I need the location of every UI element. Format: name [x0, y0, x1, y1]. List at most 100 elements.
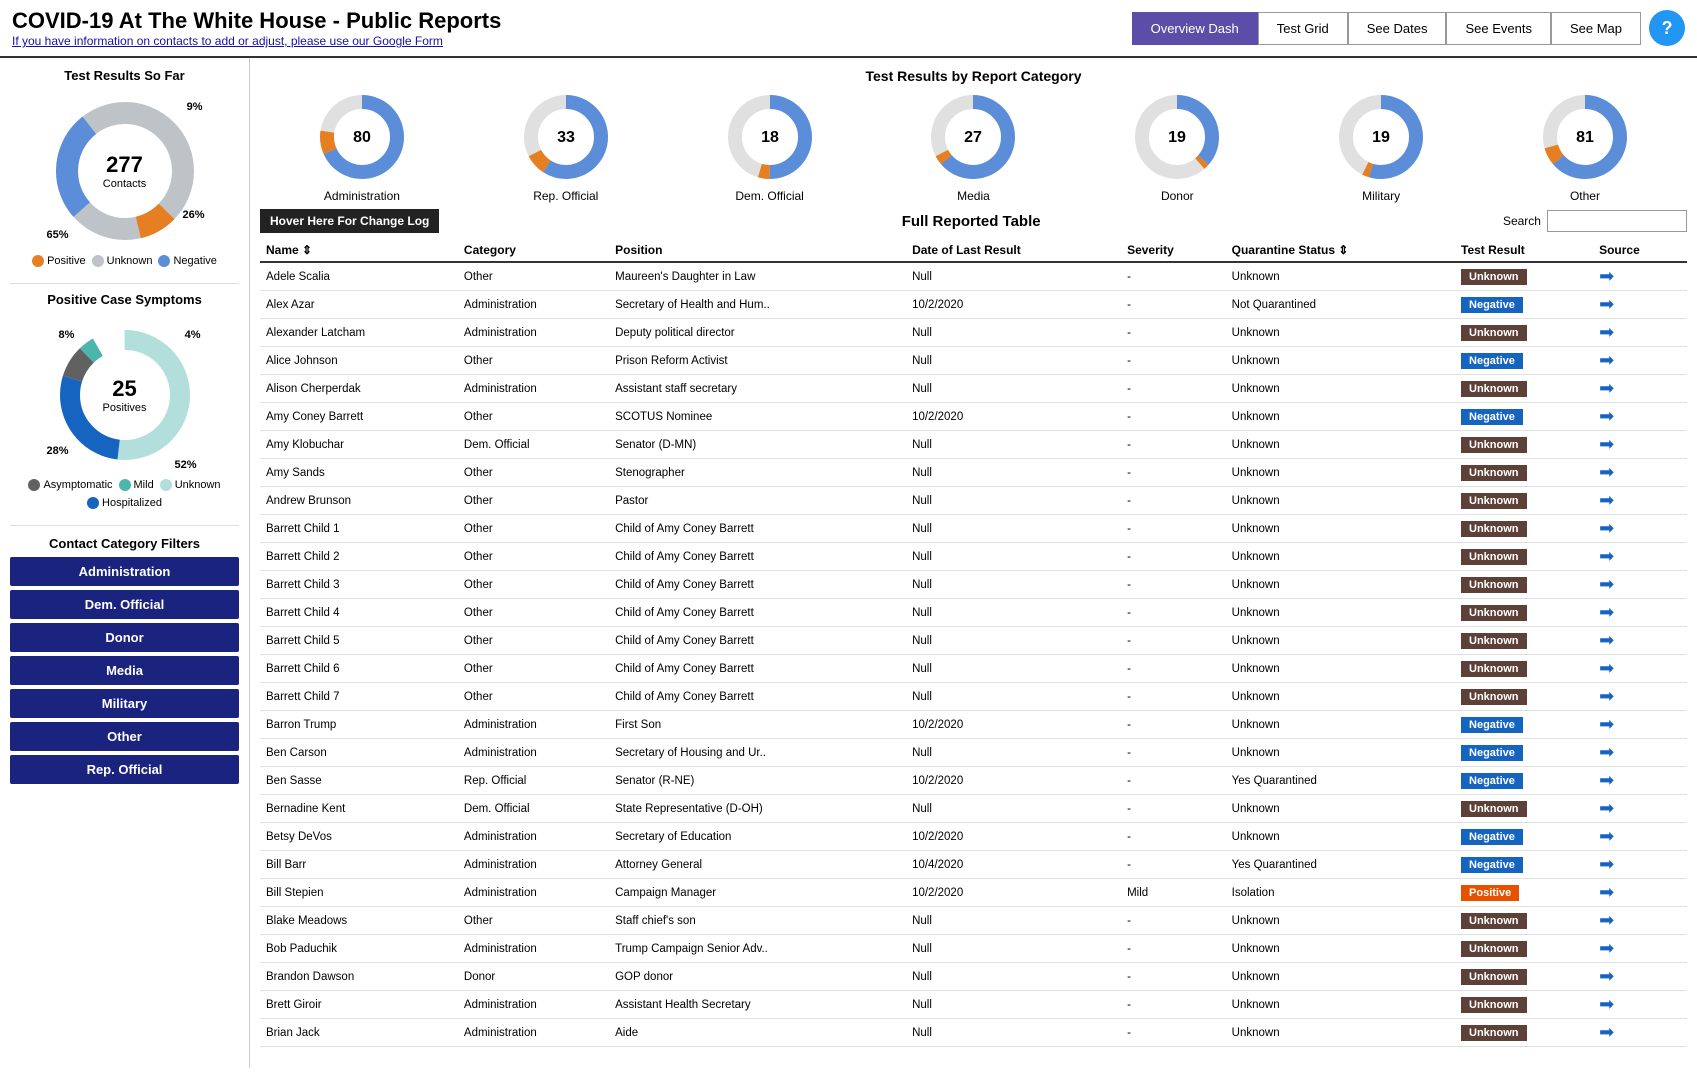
cell-source[interactable]: ➡ [1593, 655, 1687, 683]
cat-rep-official-svg: 33 [521, 92, 611, 182]
source-link-icon[interactable]: ➡ [1599, 826, 1614, 846]
cell-source[interactable]: ➡ [1593, 851, 1687, 879]
source-link-icon[interactable]: ➡ [1599, 630, 1614, 650]
nav-see-events[interactable]: See Events [1446, 12, 1551, 45]
source-link-icon[interactable]: ➡ [1599, 658, 1614, 678]
cell-source[interactable]: ➡ [1593, 543, 1687, 571]
filter-donor[interactable]: Donor [10, 623, 239, 652]
sidebar: Test Results So Far 277 Contacts 9% 26% … [0, 58, 250, 1068]
help-button[interactable]: ? [1649, 10, 1685, 46]
cell-source[interactable]: ➡ [1593, 599, 1687, 627]
source-link-icon[interactable]: ➡ [1599, 322, 1614, 342]
cell-source[interactable]: ➡ [1593, 767, 1687, 795]
filter-media[interactable]: Media [10, 656, 239, 685]
cell-date: Null [906, 935, 1121, 963]
cell-source[interactable]: ➡ [1593, 375, 1687, 403]
cell-result: Positive [1455, 879, 1593, 907]
cell-source[interactable]: ➡ [1593, 739, 1687, 767]
cell-category: Other [458, 655, 609, 683]
cell-source[interactable]: ➡ [1593, 571, 1687, 599]
cell-source[interactable]: ➡ [1593, 459, 1687, 487]
cell-severity: - [1121, 487, 1226, 515]
source-link-icon[interactable]: ➡ [1599, 798, 1614, 818]
col-name[interactable]: Name ⇕ [260, 239, 458, 262]
source-link-icon[interactable]: ➡ [1599, 994, 1614, 1014]
source-link-icon[interactable]: ➡ [1599, 966, 1614, 986]
cell-position: Aide [609, 1019, 906, 1047]
cell-source[interactable]: ➡ [1593, 403, 1687, 431]
change-log-button[interactable]: Hover Here For Change Log [260, 209, 439, 233]
table-row: Barrett Child 7 Other Child of Amy Coney… [260, 683, 1687, 711]
source-link-icon[interactable]: ➡ [1599, 910, 1614, 930]
nav-see-map[interactable]: See Map [1551, 12, 1641, 45]
table-row: Barron Trump Administration First Son 10… [260, 711, 1687, 739]
col-date[interactable]: Date of Last Result [906, 239, 1121, 262]
source-link-icon[interactable]: ➡ [1599, 770, 1614, 790]
source-link-icon[interactable]: ➡ [1599, 882, 1614, 902]
cell-source[interactable]: ➡ [1593, 711, 1687, 739]
nav-see-dates[interactable]: See Dates [1348, 12, 1447, 45]
google-form-link[interactable]: If you have information on contacts to a… [12, 34, 443, 48]
col-quarantine[interactable]: Quarantine Status ⇕ [1226, 239, 1455, 262]
total-contacts-number: 277 [103, 152, 146, 178]
cell-source[interactable]: ➡ [1593, 935, 1687, 963]
source-link-icon[interactable]: ➡ [1599, 490, 1614, 510]
cell-source[interactable]: ➡ [1593, 1019, 1687, 1047]
cat-rep-official: 33 Rep. Official [521, 92, 611, 203]
filter-rep-official[interactable]: Rep. Official [10, 755, 239, 784]
cell-source[interactable]: ➡ [1593, 683, 1687, 711]
total-positives-number: 25 [102, 376, 146, 402]
cell-source[interactable]: ➡ [1593, 823, 1687, 851]
source-link-icon[interactable]: ➡ [1599, 378, 1614, 398]
cell-source[interactable]: ➡ [1593, 991, 1687, 1019]
cat-other-svg: 81 [1540, 92, 1630, 182]
source-link-icon[interactable]: ➡ [1599, 266, 1614, 286]
filter-other[interactable]: Other [10, 722, 239, 751]
source-link-icon[interactable]: ➡ [1599, 686, 1614, 706]
hospitalized-label: Hospitalized [102, 497, 162, 509]
header-left: COVID-19 At The White House - Public Rep… [12, 8, 501, 48]
source-link-icon[interactable]: ➡ [1599, 938, 1614, 958]
source-link-icon[interactable]: ➡ [1599, 434, 1614, 454]
source-link-icon[interactable]: ➡ [1599, 1022, 1614, 1042]
source-link-icon[interactable]: ➡ [1599, 350, 1614, 370]
source-link-icon[interactable]: ➡ [1599, 518, 1614, 538]
table-row: Brandon Dawson Donor GOP donor Null - Un… [260, 963, 1687, 991]
cell-source[interactable]: ➡ [1593, 627, 1687, 655]
source-link-icon[interactable]: ➡ [1599, 714, 1614, 734]
cell-source[interactable]: ➡ [1593, 262, 1687, 291]
cell-source[interactable]: ➡ [1593, 963, 1687, 991]
cell-source[interactable]: ➡ [1593, 795, 1687, 823]
nav-test-grid[interactable]: Test Grid [1258, 12, 1348, 45]
filter-military[interactable]: Military [10, 689, 239, 718]
search-input[interactable] [1547, 210, 1687, 232]
cell-position: State Representative (D-OH) [609, 795, 906, 823]
source-link-icon[interactable]: ➡ [1599, 602, 1614, 622]
source-link-icon[interactable]: ➡ [1599, 546, 1614, 566]
cell-source[interactable]: ➡ [1593, 347, 1687, 375]
col-result[interactable]: Test Result [1455, 239, 1593, 262]
cell-source[interactable]: ➡ [1593, 907, 1687, 935]
cell-position: Secretary of Education [609, 823, 906, 851]
col-source[interactable]: Source [1593, 239, 1687, 262]
source-link-icon[interactable]: ➡ [1599, 742, 1614, 762]
col-severity[interactable]: Severity [1121, 239, 1226, 262]
source-link-icon[interactable]: ➡ [1599, 854, 1614, 874]
source-link-icon[interactable]: ➡ [1599, 574, 1614, 594]
filter-dem-official[interactable]: Dem. Official [10, 590, 239, 619]
cell-source[interactable]: ➡ [1593, 431, 1687, 459]
source-link-icon[interactable]: ➡ [1599, 462, 1614, 482]
col-position[interactable]: Position [609, 239, 906, 262]
cell-source[interactable]: ➡ [1593, 879, 1687, 907]
legend-unknown: Unknown [92, 255, 153, 267]
cell-source[interactable]: ➡ [1593, 487, 1687, 515]
source-link-icon[interactable]: ➡ [1599, 294, 1614, 314]
cell-source[interactable]: ➡ [1593, 291, 1687, 319]
nav-overview[interactable]: Overview Dash [1132, 12, 1258, 45]
cell-source[interactable]: ➡ [1593, 515, 1687, 543]
source-link-icon[interactable]: ➡ [1599, 406, 1614, 426]
filter-administration[interactable]: Administration [10, 557, 239, 586]
cell-category: Other [458, 487, 609, 515]
col-category[interactable]: Category [458, 239, 609, 262]
cell-source[interactable]: ➡ [1593, 319, 1687, 347]
